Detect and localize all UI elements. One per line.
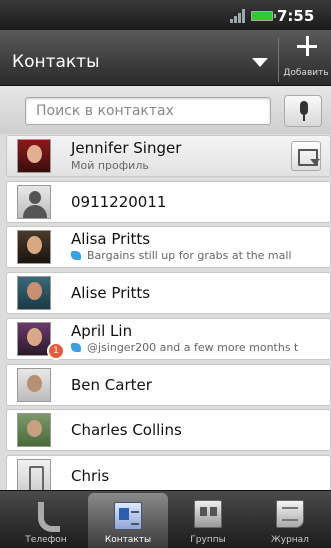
twitter-icon (71, 251, 81, 260)
journal-icon (276, 500, 304, 528)
avatar (17, 230, 51, 264)
add-contact-button[interactable]: Добавить (281, 30, 331, 86)
contact-row[interactable]: 0911220011 (6, 181, 331, 223)
contact-row[interactable]: Alise Pritts (6, 272, 331, 314)
plus-icon (297, 36, 317, 56)
phone-icon (32, 500, 60, 532)
contact-name: April Lin (71, 322, 133, 340)
avatar (17, 276, 51, 310)
contact-card-icon (114, 502, 142, 530)
contact-status: @jsinger200 and a few more months t (71, 341, 329, 354)
contact-name: 0911220011 (71, 193, 167, 211)
avatar (17, 413, 51, 447)
contact-row[interactable]: Ben Carter (6, 364, 331, 406)
microphone-icon (300, 101, 308, 115)
clock-time: 7:55 (277, 7, 315, 25)
twitter-icon (71, 343, 81, 352)
contact-status-text: @jsinger200 and a few more months t (87, 341, 299, 354)
contact-row-my-profile[interactable]: Jennifer Singer Мой профиль (6, 135, 331, 177)
page-title[interactable]: Контакты (12, 52, 100, 72)
contact-row[interactable]: 1 April Lin @jsinger200 and a few more m… (6, 318, 331, 360)
search-bar: Поиск в контактах (0, 86, 331, 134)
header-divider (278, 38, 279, 82)
tab-label: Группы (190, 535, 226, 545)
contact-row[interactable]: Chris (6, 455, 331, 490)
contact-name: Alise Pritts (71, 284, 151, 302)
notification-badge: 1 (47, 342, 65, 360)
tab-label: Контакты (104, 535, 152, 545)
app-header: Контакты Добавить (0, 30, 331, 86)
tab-label: Журнал (271, 535, 309, 545)
search-input[interactable]: Поиск в контактах (25, 97, 271, 125)
tab-bar: Телефон Контакты Группы Журнал (0, 490, 331, 548)
groups-icon (194, 500, 222, 528)
contact-row[interactable]: Charles Collins (6, 409, 331, 451)
avatar (17, 185, 51, 219)
status-bar: 7:55 AM (0, 0, 331, 42)
add-contact-label: Добавить (283, 68, 329, 78)
chevron-down-icon[interactable] (252, 58, 268, 67)
avatar (17, 459, 51, 490)
contact-name: Charles Collins (71, 421, 182, 439)
contact-name: Jennifer Singer (71, 139, 182, 157)
contact-name: Alisa Pritts (71, 230, 151, 248)
contact-name: Chris (71, 467, 110, 485)
tab-journal[interactable]: Журнал (250, 491, 330, 548)
business-card-icon[interactable] (291, 141, 321, 171)
tab-contacts[interactable]: Контакты (88, 493, 168, 548)
contact-status: Bargains still up for grabs at the mall (71, 249, 329, 262)
voice-search-button[interactable] (284, 95, 322, 127)
avatar (17, 368, 51, 402)
avatar (17, 322, 51, 356)
tab-label: Телефон (25, 535, 67, 545)
tab-groups[interactable]: Группы (168, 491, 248, 548)
contact-name: Ben Carter (71, 376, 152, 394)
avatar (17, 139, 51, 173)
battery-icon (251, 11, 276, 21)
contact-list[interactable]: Jennifer Singer Мой профиль 0911220011 A… (0, 134, 331, 490)
signal-icon (230, 9, 246, 23)
contact-status-text: Bargains still up for grabs at the mall (87, 249, 292, 262)
contact-row[interactable]: Alisa Pritts Bargains still up for grabs… (6, 226, 331, 268)
tab-phone[interactable]: Телефон (6, 491, 86, 548)
